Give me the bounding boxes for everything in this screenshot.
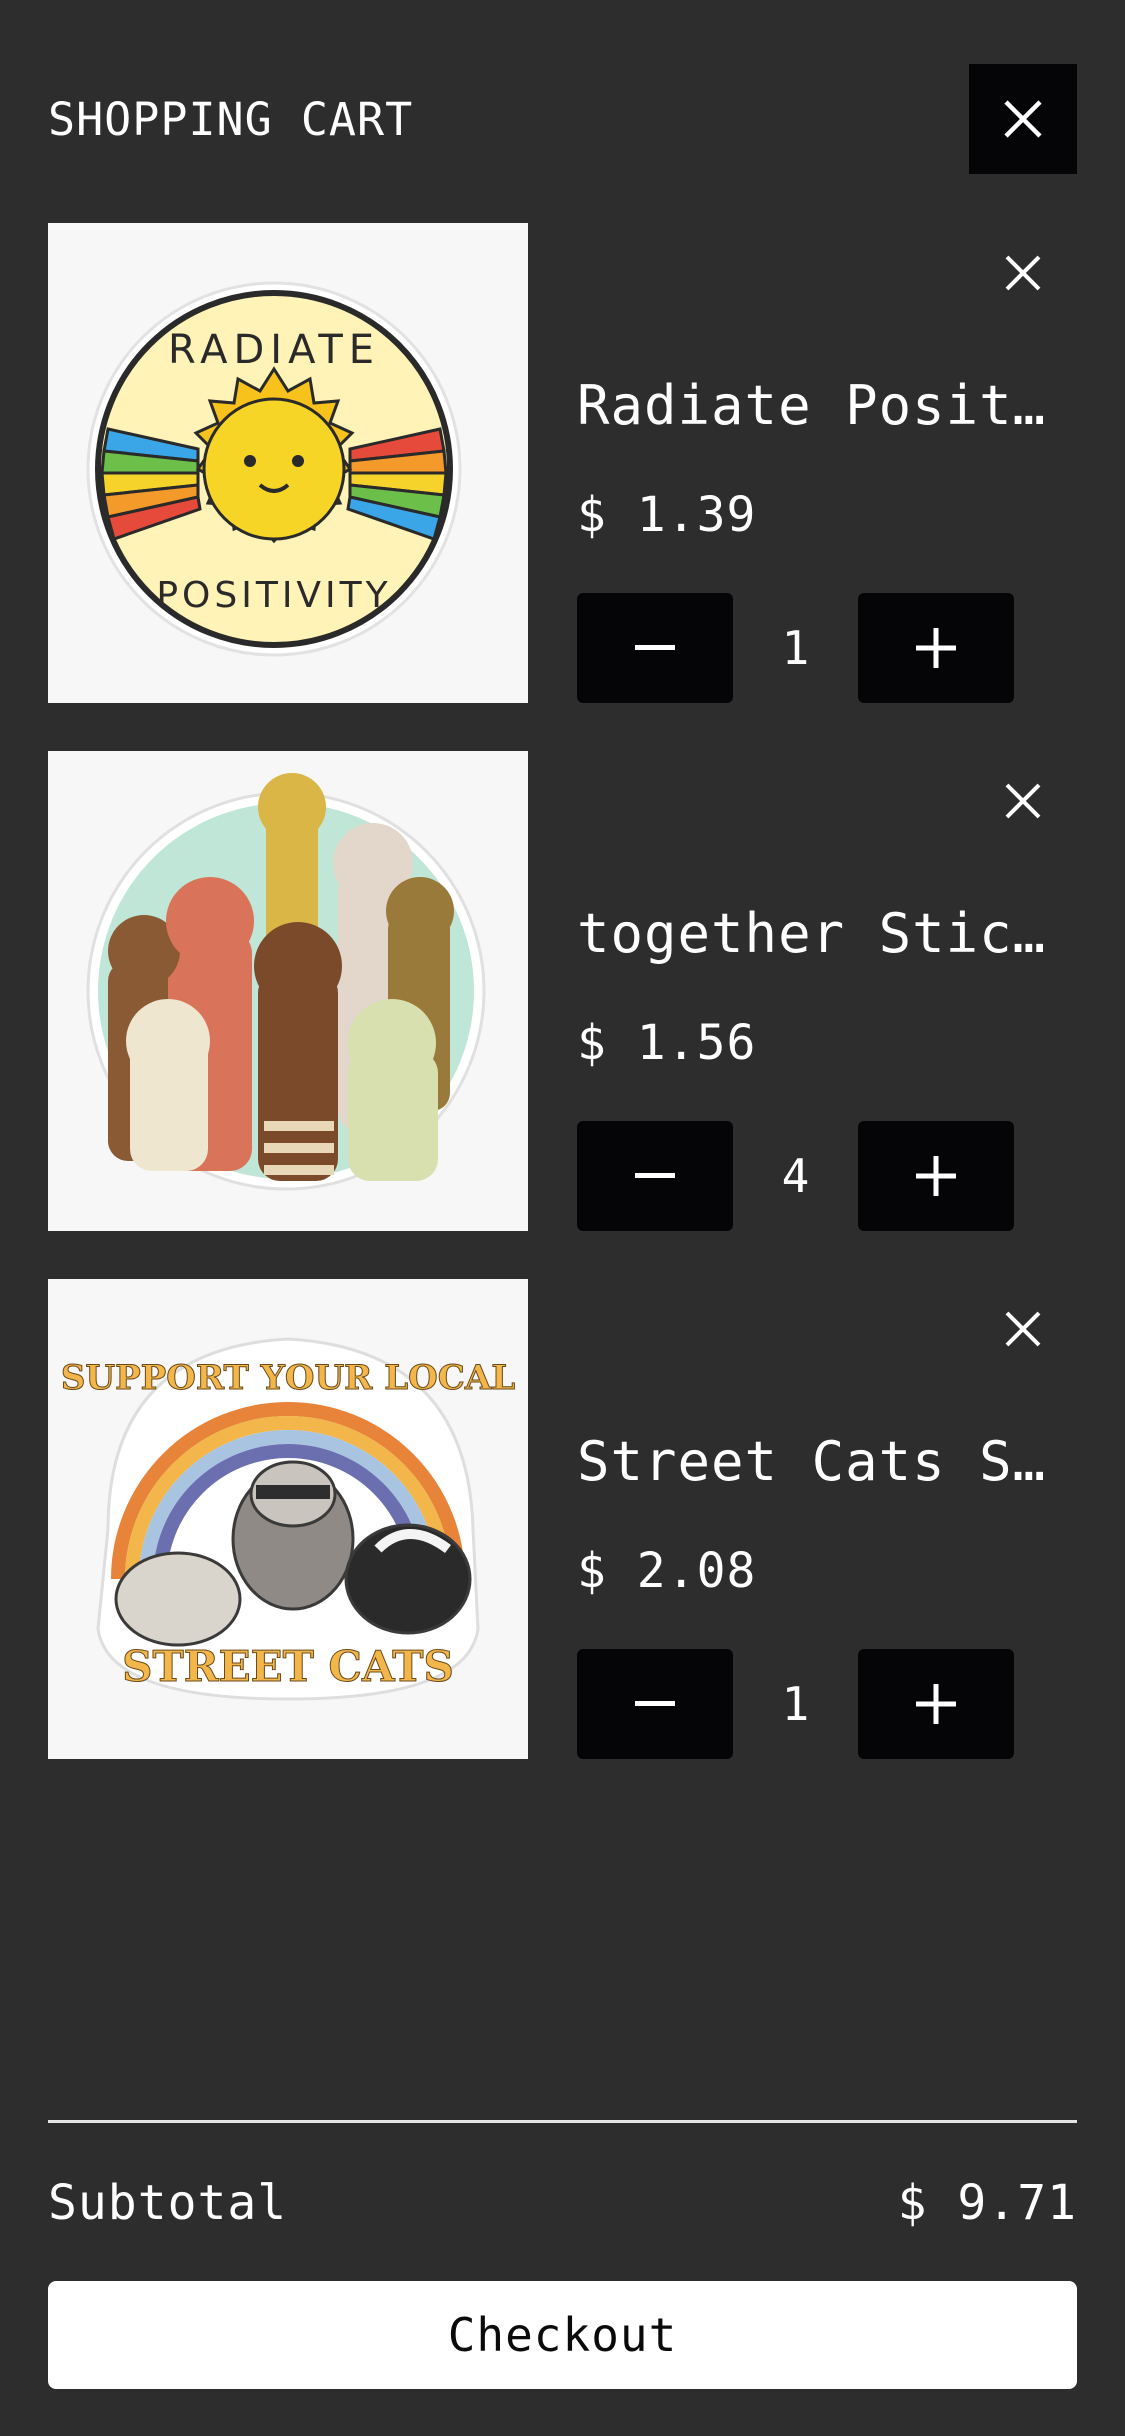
close-icon: [1004, 100, 1042, 138]
plus-icon: [916, 628, 956, 668]
product-price: $ 1.56: [577, 1015, 757, 1071]
increase-quantity-button[interactable]: [858, 593, 1014, 703]
cart-header: SHOPPING CART: [0, 0, 1125, 220]
remove-item-button[interactable]: [993, 1299, 1053, 1359]
increase-quantity-button[interactable]: [858, 1121, 1014, 1231]
minus-icon: [635, 1701, 675, 1706]
decrease-quantity-button[interactable]: [577, 1649, 733, 1759]
product-price: $ 1.39: [577, 487, 757, 543]
minus-icon: [635, 645, 675, 650]
quantity-value: 4: [781, 1149, 810, 1203]
product-price: $ 2.08: [577, 1543, 757, 1599]
increase-quantity-button[interactable]: [858, 1649, 1014, 1759]
product-image-together[interactable]: [48, 751, 528, 1231]
product-image-radiate-positivity[interactable]: RADIATE POSITIVITY: [48, 223, 528, 703]
product-image-street-cats[interactable]: SUPPORT YOUR LOCAL STREET CATS: [48, 1279, 528, 1759]
subtotal-label: Subtotal: [48, 2175, 288, 2231]
decrease-quantity-button[interactable]: [577, 1121, 733, 1231]
image-text-bottom: POSITIVITY: [156, 575, 391, 616]
cart-item: SUPPORT YOUR LOCAL STREET CATS Street Ca…: [48, 1279, 1077, 1759]
remove-item-button[interactable]: [993, 243, 1053, 303]
cart-item: RADIATE POSITIVITY Radiate Positivity St…: [48, 223, 1077, 703]
image-text-top: SUPPORT YOUR LOCAL: [61, 1358, 515, 1398]
image-text-top: RADIATE: [168, 327, 380, 373]
cart-item: together Sticker $ 1.56 4: [48, 751, 1077, 1231]
quantity-value: 1: [781, 1677, 810, 1731]
checkout-button[interactable]: Checkout: [48, 2281, 1077, 2389]
plus-icon: [916, 1156, 956, 1196]
minus-icon: [635, 1173, 675, 1178]
plus-icon: [916, 1684, 956, 1724]
close-icon: [1005, 1311, 1041, 1347]
remove-item-button[interactable]: [993, 771, 1053, 831]
product-name[interactable]: Radiate Positivity Sticker: [577, 371, 1057, 441]
quantity-value: 1: [781, 621, 810, 675]
close-cart-button[interactable]: [969, 64, 1077, 174]
product-name[interactable]: Street Cats Sticker: [577, 1427, 1057, 1497]
product-name[interactable]: together Sticker: [577, 899, 1057, 969]
subtotal-value: $ 9.71: [897, 2175, 1077, 2231]
close-icon: [1005, 255, 1041, 291]
image-text-bottom: STREET CATS: [122, 1642, 454, 1691]
decrease-quantity-button[interactable]: [577, 593, 733, 703]
summary-divider: [48, 2120, 1077, 2123]
close-icon: [1005, 783, 1041, 819]
page-title: SHOPPING CART: [48, 93, 414, 146]
